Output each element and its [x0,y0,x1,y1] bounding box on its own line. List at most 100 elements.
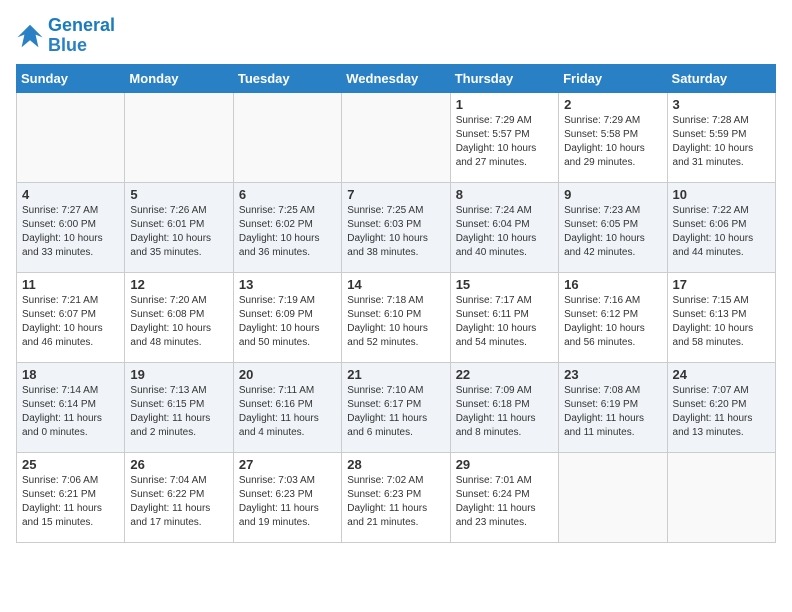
calendar-cell [559,452,667,542]
day-number: 26 [130,457,227,472]
day-number: 10 [673,187,770,202]
day-number: 20 [239,367,336,382]
day-number: 15 [456,277,553,292]
day-detail: Sunrise: 7:23 AM Sunset: 6:05 PM Dayligh… [564,204,661,260]
day-number: 18 [22,367,119,382]
calendar-cell: 20 Sunrise: 7:11 AM Sunset: 6:16 PM Dayli… [233,362,341,452]
day-detail: Sunrise: 7:21 AM Sunset: 6:07 PM Dayligh… [22,294,119,350]
calendar-cell: 25Sunrise: 7:06 AM Sunset: 6:21 PM Dayli… [17,452,125,542]
day-detail: Sunrise: 7:01 AM Sunset: 6:24 PM Dayligh… [456,474,553,530]
calendar-cell: 6 Sunrise: 7:25 AM Sunset: 6:02 PM Daylig… [233,182,341,272]
day-number: 4 [22,187,119,202]
calendar-cell: 13 Sunrise: 7:19 AM Sunset: 6:09 PM Dayli… [233,272,341,362]
day-detail: Sunrise: 7:26 AM Sunset: 6:01 PM Dayligh… [130,204,227,260]
day-detail: Sunrise: 7:14 AM Sunset: 6:14 PM Dayligh… [22,384,119,440]
day-number: 21 [347,367,444,382]
page-header: General Blue [16,16,776,56]
calendar-cell: 21 Sunrise: 7:10 AM Sunset: 6:17 PM Dayli… [342,362,450,452]
day-number: 25 [22,457,119,472]
weekday-header-friday: Friday [559,64,667,92]
day-number: 19 [130,367,227,382]
day-number: 7 [347,187,444,202]
calendar-cell: 16 Sunrise: 7:16 AM Sunset: 6:12 PM Dayli… [559,272,667,362]
day-detail: Sunrise: 7:24 AM Sunset: 6:04 PM Dayligh… [456,204,553,260]
calendar-cell: 12 Sunrise: 7:20 AM Sunset: 6:08 PM Dayli… [125,272,233,362]
day-number: 1 [456,97,553,112]
calendar-cell [667,452,775,542]
calendar-cell: 19 Sunrise: 7:13 AM Sunset: 6:15 PM Dayli… [125,362,233,452]
day-detail: Sunrise: 7:07 AM Sunset: 6:20 PM Dayligh… [673,384,770,440]
calendar-cell: 5 Sunrise: 7:26 AM Sunset: 6:01 PM Daylig… [125,182,233,272]
day-detail: Sunrise: 7:25 AM Sunset: 6:03 PM Dayligh… [347,204,444,260]
day-detail: Sunrise: 7:28 AM Sunset: 5:59 PM Dayligh… [673,114,770,170]
day-number: 22 [456,367,553,382]
weekday-header-sunday: Sunday [17,64,125,92]
day-detail: Sunrise: 7:16 AM Sunset: 6:12 PM Dayligh… [564,294,661,350]
calendar-cell [125,92,233,182]
day-number: 23 [564,367,661,382]
day-number: 2 [564,97,661,112]
calendar-cell: 8 Sunrise: 7:24 AM Sunset: 6:04 PM Daylig… [450,182,558,272]
calendar-cell: 18 Sunrise: 7:14 AM Sunset: 6:14 PM Dayli… [17,362,125,452]
day-number: 17 [673,277,770,292]
calendar-week-1: 1 Sunrise: 7:29 AM Sunset: 5:57 PM Daylig… [17,92,776,182]
weekday-header-row: SundayMondayTuesdayWednesdayThursdayFrid… [17,64,776,92]
weekday-header-wednesday: Wednesday [342,64,450,92]
day-number: 8 [456,187,553,202]
calendar-cell: 10 Sunrise: 7:22 AM Sunset: 6:06 PM Dayli… [667,182,775,272]
calendar-week-4: 18 Sunrise: 7:14 AM Sunset: 6:14 PM Dayli… [17,362,776,452]
day-number: 14 [347,277,444,292]
day-detail: Sunrise: 7:13 AM Sunset: 6:15 PM Dayligh… [130,384,227,440]
calendar-cell: 27 Sunrise: 7:03 AM Sunset: 6:23 PM Dayli… [233,452,341,542]
day-number: 6 [239,187,336,202]
calendar-cell: 11 Sunrise: 7:21 AM Sunset: 6:07 PM Dayli… [17,272,125,362]
day-detail: Sunrise: 7:18 AM Sunset: 6:10 PM Dayligh… [347,294,444,350]
logo-icon [16,22,44,50]
day-detail: Sunrise: 7:27 AM Sunset: 6:00 PM Dayligh… [22,204,119,260]
day-detail: Sunrise: 7:15 AM Sunset: 6:13 PM Dayligh… [673,294,770,350]
day-detail: Sunrise: 7:08 AM Sunset: 6:19 PM Dayligh… [564,384,661,440]
calendar-cell: 4 Sunrise: 7:27 AM Sunset: 6:00 PM Daylig… [17,182,125,272]
day-number: 9 [564,187,661,202]
logo: General Blue [16,16,115,56]
calendar-cell: 17 Sunrise: 7:15 AM Sunset: 6:13 PM Dayli… [667,272,775,362]
day-number: 5 [130,187,227,202]
calendar-cell: 9 Sunrise: 7:23 AM Sunset: 6:05 PM Daylig… [559,182,667,272]
day-detail: Sunrise: 7:29 AM Sunset: 5:57 PM Dayligh… [456,114,553,170]
weekday-header-thursday: Thursday [450,64,558,92]
day-number: 28 [347,457,444,472]
weekday-header-tuesday: Tuesday [233,64,341,92]
calendar-week-5: 25Sunrise: 7:06 AM Sunset: 6:21 PM Dayli… [17,452,776,542]
day-number: 16 [564,277,661,292]
calendar-cell: 28Sunrise: 7:02 AM Sunset: 6:23 PM Dayli… [342,452,450,542]
calendar-week-3: 11 Sunrise: 7:21 AM Sunset: 6:07 PM Dayli… [17,272,776,362]
calendar-cell: 14 Sunrise: 7:18 AM Sunset: 6:10 PM Dayli… [342,272,450,362]
day-number: 12 [130,277,227,292]
calendar-cell [342,92,450,182]
day-number: 13 [239,277,336,292]
day-detail: Sunrise: 7:10 AM Sunset: 6:17 PM Dayligh… [347,384,444,440]
day-number: 24 [673,367,770,382]
day-detail: Sunrise: 7:25 AM Sunset: 6:02 PM Dayligh… [239,204,336,260]
weekday-header-saturday: Saturday [667,64,775,92]
calendar-cell: 23 Sunrise: 7:08 AM Sunset: 6:19 PM Dayli… [559,362,667,452]
day-detail: Sunrise: 7:03 AM Sunset: 6:23 PM Dayligh… [239,474,336,530]
calendar-week-2: 4 Sunrise: 7:27 AM Sunset: 6:00 PM Daylig… [17,182,776,272]
day-detail: Sunrise: 7:04 AM Sunset: 6:22 PM Dayligh… [130,474,227,530]
calendar-cell: 3 Sunrise: 7:28 AM Sunset: 5:59 PM Daylig… [667,92,775,182]
logo-text: General Blue [48,16,115,56]
calendar-cell: 26 Sunrise: 7:04 AM Sunset: 6:22 PM Dayli… [125,452,233,542]
day-number: 11 [22,277,119,292]
day-detail: Sunrise: 7:20 AM Sunset: 6:08 PM Dayligh… [130,294,227,350]
calendar-cell: 2Sunrise: 7:29 AM Sunset: 5:58 PM Daylig… [559,92,667,182]
calendar-cell: 24 Sunrise: 7:07 AM Sunset: 6:20 PM Dayli… [667,362,775,452]
calendar-cell: 1 Sunrise: 7:29 AM Sunset: 5:57 PM Daylig… [450,92,558,182]
day-detail: Sunrise: 7:11 AM Sunset: 6:16 PM Dayligh… [239,384,336,440]
calendar-cell: 22Sunrise: 7:09 AM Sunset: 6:18 PM Dayli… [450,362,558,452]
day-number: 27 [239,457,336,472]
day-detail: Sunrise: 7:19 AM Sunset: 6:09 PM Dayligh… [239,294,336,350]
day-number: 3 [673,97,770,112]
day-detail: Sunrise: 7:22 AM Sunset: 6:06 PM Dayligh… [673,204,770,260]
day-detail: Sunrise: 7:17 AM Sunset: 6:11 PM Dayligh… [456,294,553,350]
calendar-cell: 15 Sunrise: 7:17 AM Sunset: 6:11 PM Dayli… [450,272,558,362]
